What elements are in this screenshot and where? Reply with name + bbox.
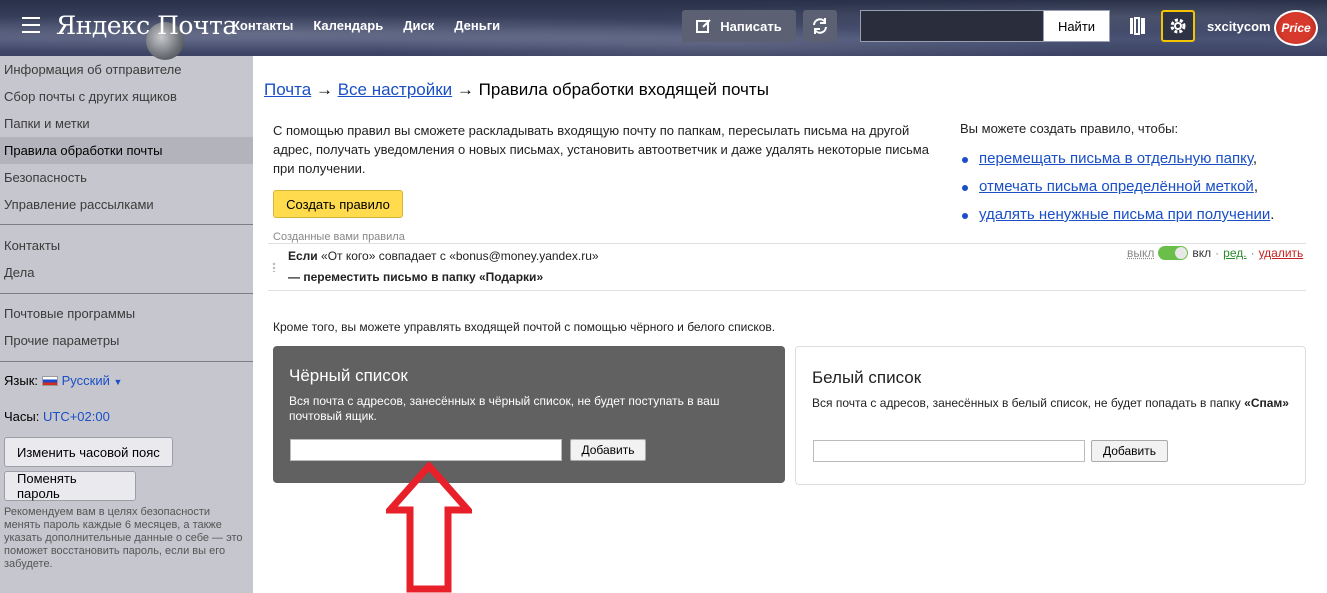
avatar[interactable]: Price — [1274, 10, 1318, 46]
sidebar-divider — [0, 361, 253, 362]
sidebar-item-security[interactable]: Безопасность — [4, 170, 87, 185]
sidebar-item-sender-info[interactable]: Информация об отправителе — [4, 62, 181, 77]
search-button[interactable]: Найти — [1043, 10, 1110, 42]
compose-button[interactable]: Написать — [682, 10, 796, 42]
language-select[interactable]: Русский — [62, 373, 110, 388]
list-item: перемещать письма в отдельную папку, — [960, 150, 1274, 167]
red-arrow-annotation-icon — [386, 462, 472, 593]
nav-disk[interactable]: Диск — [403, 18, 434, 33]
sidebar-item-todo[interactable]: Дела — [4, 265, 34, 280]
list-item-punct: , — [1253, 178, 1258, 195]
list-item: удалять ненужные письма при получении. — [960, 206, 1274, 223]
whitelist-panel: Белый список Вся почта с адресов, занесё… — [795, 346, 1306, 485]
language-row: Язык: Русский ▼ — [4, 373, 122, 388]
rule-action: — переместить письмо в папку «Подарки» — [288, 270, 544, 284]
rule-off-label[interactable]: выкл — [1127, 246, 1154, 260]
settings-button[interactable] — [1161, 10, 1195, 42]
search-input[interactable] — [860, 10, 1044, 42]
timezone-label: Часы: — [4, 409, 40, 424]
nav-money[interactable]: Деньги — [454, 18, 500, 33]
rule-if-word: Если — [288, 249, 318, 263]
settings-sidebar: Информация об отправителе Сбор почты с д… — [0, 56, 253, 593]
rule-examples-list: перемещать письма в отдельную папку, отм… — [960, 150, 1274, 234]
list-item-punct: , — [1252, 150, 1258, 167]
list-item: отмечать письма определённой меткой, — [960, 178, 1274, 195]
username[interactable]: sxcitycom — [1207, 19, 1271, 34]
rule-examples-title: Вы можете создать правило, чтобы: — [960, 121, 1179, 136]
change-password-button[interactable]: Поменять пароль — [4, 471, 136, 501]
blacklist-panel: Чёрный список Вся почта с адресов, занес… — [273, 346, 785, 483]
timezone-row: Часы: UTC+02:00 — [4, 409, 110, 424]
rule-on-label[interactable]: вкл — [1192, 246, 1211, 260]
breadcrumb-mail-link[interactable]: Почта — [264, 80, 311, 99]
rule-separator: · — [1250, 246, 1255, 260]
blacklist-description: Вся почта с адресов, занесённых в чёрный… — [289, 394, 720, 423]
refresh-icon — [813, 18, 827, 34]
rule-enabled-toggle[interactable] — [1158, 246, 1189, 260]
rules-intro-text: С помощью правил вы сможете раскладывать… — [273, 123, 929, 176]
sidebar-divider — [0, 224, 253, 225]
menu-icon[interactable] — [22, 17, 40, 33]
whitelist-spam-folder: «Спам» — [1244, 396, 1289, 410]
gear-icon — [1170, 18, 1186, 34]
breadcrumb-arrow: → — [456, 80, 474, 99]
create-rule-button[interactable]: Создать правило — [273, 190, 403, 218]
sidebar-item-subscriptions[interactable]: Управление рассылками — [4, 197, 154, 212]
pencil-icon — [696, 19, 711, 33]
breadcrumb-all-settings-link[interactable]: Все настройки — [338, 80, 452, 99]
whitelist-email-input[interactable] — [813, 440, 1085, 462]
russian-flag-icon — [42, 376, 58, 386]
sidebar-item-folders[interactable]: Папки и метки — [4, 116, 90, 131]
breadcrumb: Почта → Все настройки → Правила обработк… — [264, 80, 769, 100]
change-timezone-button[interactable]: Изменить часовой пояс — [4, 437, 173, 467]
whitelist-description-text: Вся почта с адресов, занесённых в белый … — [812, 396, 1241, 410]
rules-divider — [268, 290, 1306, 291]
page-title: Правила обработки входящей почты — [478, 80, 769, 99]
security-note: Рекомендуем вам в целях безопасности мен… — [4, 506, 243, 570]
compact-view-icon[interactable] — [1128, 16, 1148, 36]
blacklist-email-input[interactable] — [290, 439, 562, 461]
rules-divider — [268, 243, 1306, 244]
whitelist-add-button[interactable]: Добавить — [1091, 440, 1168, 462]
top-header: Яндекс Почта Контакты Календарь Диск Ден… — [0, 0, 1327, 60]
breadcrumb-arrow: → — [315, 80, 333, 99]
blacklist-title: Чёрный список — [289, 366, 408, 385]
rule-edit-link[interactable]: ред. — [1223, 246, 1246, 260]
language-label: Язык: — [4, 373, 38, 388]
sidebar-item-mail-clients[interactable]: Почтовые программы — [4, 306, 135, 321]
sidebar-item-filters: Правила обработки почты — [4, 143, 163, 158]
nav-calendar[interactable]: Календарь — [313, 18, 383, 33]
sidebar-item-other[interactable]: Прочие параметры — [4, 333, 119, 348]
whitelist-title: Белый список — [812, 368, 922, 387]
rule-condition[interactable]: Если «От кого» совпадает с «bonus@money.… — [288, 249, 599, 263]
timezone-link[interactable]: UTC+02:00 — [43, 409, 110, 424]
compose-label: Написать — [720, 18, 782, 34]
sidebar-divider — [0, 293, 253, 294]
sidebar-item-collectors[interactable]: Сбор почты с других ящиков — [4, 89, 177, 104]
move-to-folder-link[interactable]: перемещать письма в отдельную папку — [979, 150, 1253, 167]
delete-on-receive-link[interactable]: удалять ненужные письма при получении — [979, 206, 1270, 223]
whitelist-description: Вся почта с адресов, занесённых в белый … — [812, 396, 1292, 411]
rule-condition-text: «От кого» совпадает с «bonus@money.yande… — [321, 249, 599, 263]
blacklist-add-button[interactable]: Добавить — [570, 439, 646, 461]
sidebar-item-filters-active[interactable]: Правила обработки почты — [0, 137, 253, 164]
nav-contacts[interactable]: Контакты — [232, 18, 293, 33]
list-item-punct: . — [1270, 206, 1275, 223]
rule-delete-link[interactable]: удалить — [1259, 246, 1304, 260]
created-rules-label: Созданные вами правила — [273, 231, 405, 243]
lists-intro-text: Кроме того, вы можете управлять входящей… — [273, 320, 776, 334]
rule-controls: выкл вкл · ред. · удалить — [1127, 246, 1303, 260]
refresh-button[interactable] — [803, 10, 837, 42]
sidebar-item-contacts[interactable]: Контакты — [4, 238, 60, 253]
drag-handle-icon[interactable] — [272, 262, 276, 272]
top-nav: Контакты Календарь Диск Деньги — [232, 18, 500, 33]
avatar-text: Price — [1276, 12, 1316, 44]
chevron-down-icon[interactable]: ▼ — [114, 377, 123, 387]
yandex-mail-logo[interactable]: Яндекс Почта — [56, 11, 237, 40]
rule-separator: · — [1215, 246, 1220, 260]
mark-with-label-link[interactable]: отмечать письма определённой меткой — [979, 178, 1254, 195]
